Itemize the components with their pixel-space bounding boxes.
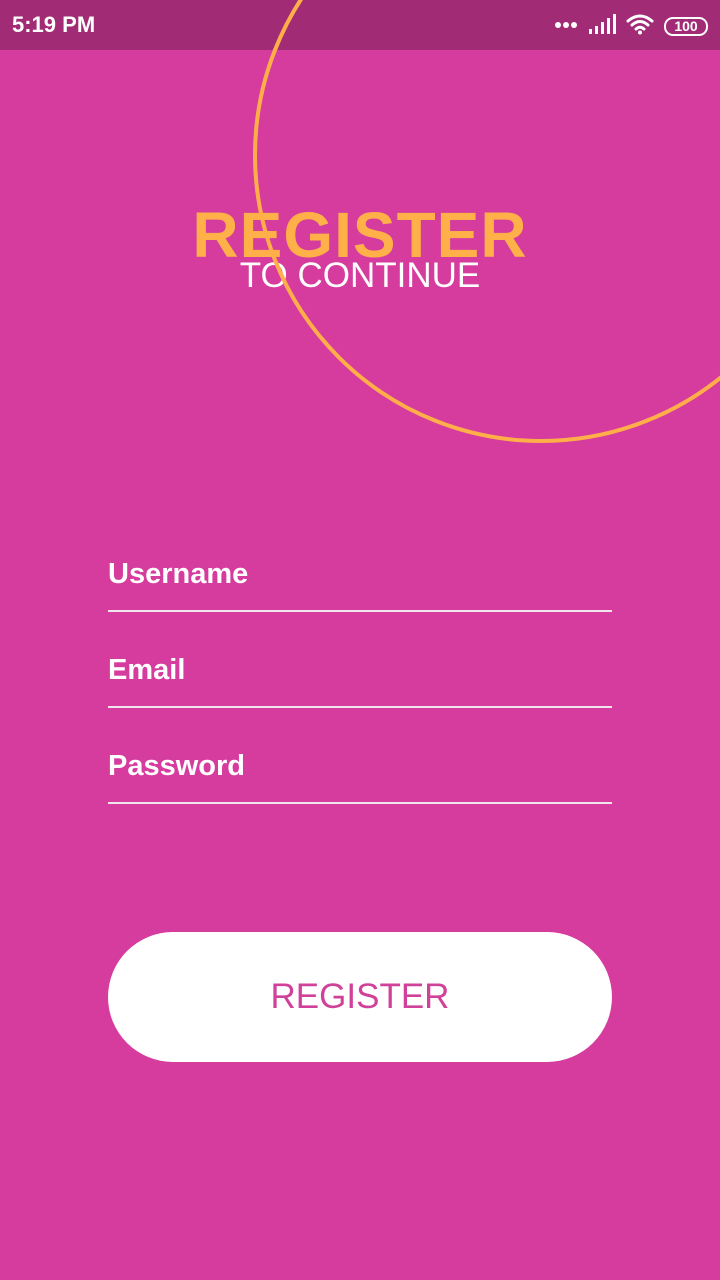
status-time: 5:19 PM [12, 12, 96, 37]
status-bar: 5:19 PM 100 [0, 0, 720, 50]
register-screen: 5:19 PM 100 REGISTER TO CONTINUE Usernam… [0, 0, 720, 1280]
page-subtitle: TO CONTINUE [239, 256, 481, 295]
cellular-signal-icon [588, 13, 616, 40]
battery-level: 100 [674, 17, 698, 34]
register-button[interactable]: REGISTER [108, 932, 612, 1062]
wifi-icon [626, 13, 654, 40]
register-button-label: REGISTER [270, 977, 450, 1016]
username-input[interactable] [108, 556, 612, 592]
status-icons: 100 [554, 12, 708, 40]
password-input[interactable] [108, 748, 612, 784]
more-dots-icon [554, 17, 578, 35]
email-field[interactable] [108, 652, 612, 708]
password-field[interactable] [108, 748, 612, 804]
username-field[interactable] [108, 556, 612, 612]
email-input[interactable] [108, 652, 612, 688]
battery-icon: 100 [664, 16, 708, 36]
